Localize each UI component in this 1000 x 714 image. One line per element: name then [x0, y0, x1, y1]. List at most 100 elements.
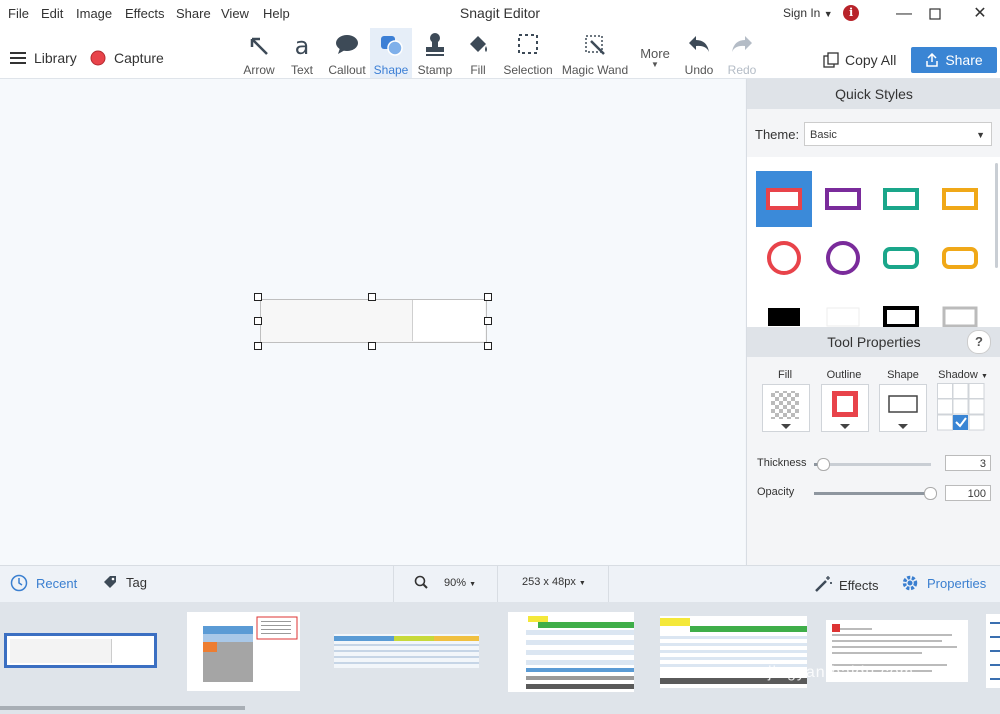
image-size-control[interactable]: 253 x 48px ▼: [522, 576, 586, 588]
arrow-icon: [250, 37, 268, 55]
opacity-input[interactable]: 100: [945, 485, 991, 501]
resize-handle[interactable]: [368, 293, 376, 301]
tool-label: Arrow: [243, 63, 275, 77]
chevron-down-icon: ▼: [651, 60, 659, 69]
tool-more[interactable]: More ▼: [636, 28, 674, 78]
quick-style-item[interactable]: [873, 230, 929, 286]
tool-arrow[interactable]: Arrow: [238, 28, 280, 78]
tray-thumbnail[interactable]: [187, 612, 300, 691]
close-button[interactable]: ✕: [965, 3, 995, 25]
recent-button[interactable]: Recent: [10, 574, 77, 592]
tool-callout[interactable]: Callout: [324, 28, 370, 78]
rectangle-icon: [888, 395, 918, 413]
divider: [393, 566, 394, 602]
quick-style-item[interactable]: [815, 289, 871, 327]
quick-style-item[interactable]: [873, 289, 929, 327]
copy-icon: [823, 52, 839, 68]
quick-style-item[interactable]: [756, 171, 812, 227]
tool-label: Shape: [373, 63, 409, 77]
shape-swatch[interactable]: [879, 384, 927, 432]
resize-handle[interactable]: [254, 342, 262, 350]
maximize-icon: [929, 8, 941, 20]
resize-handle[interactable]: [368, 342, 376, 350]
quick-style-item[interactable]: [756, 230, 812, 286]
thickness-slider[interactable]: [814, 458, 931, 471]
tool-fill[interactable]: Fill: [458, 28, 498, 78]
notification-icon[interactable]: [843, 5, 859, 21]
quick-style-item[interactable]: [932, 289, 988, 327]
zoom-control[interactable]: 90% ▼: [414, 575, 476, 589]
resize-handle[interactable]: [254, 317, 262, 325]
slider-knob[interactable]: [817, 458, 830, 471]
effects-button[interactable]: Effects: [813, 574, 879, 594]
text-icon: a: [294, 32, 310, 60]
tray-thumbnail[interactable]: [508, 612, 634, 692]
outline-label: Outline: [826, 369, 862, 381]
fill-swatch[interactable]: [762, 384, 810, 432]
outline-swatch[interactable]: [821, 384, 869, 432]
status-bar: Recent Tag 90% ▼ 253 x 48px ▼ Effects Pr…: [0, 565, 1000, 603]
resize-handle[interactable]: [254, 293, 262, 301]
thickness-input[interactable]: 3: [945, 455, 991, 471]
recent-captures-tray: jingyan.baidu.com: [0, 602, 1000, 714]
maximize-button[interactable]: [920, 3, 950, 25]
resize-handle[interactable]: [484, 342, 492, 350]
quick-style-item[interactable]: [873, 171, 929, 227]
tool-label: More: [640, 46, 670, 61]
quick-style-item[interactable]: [932, 171, 988, 227]
tool-redo[interactable]: Redo: [722, 28, 762, 78]
tray-thumbnail[interactable]: [986, 614, 1000, 688]
image-size-value: 253 x 48px: [522, 576, 576, 588]
sign-in-dropdown[interactable]: Sign In ▼: [783, 6, 833, 20]
library-button[interactable]: Library: [10, 50, 77, 66]
capture-button[interactable]: Capture: [90, 50, 164, 66]
quick-style-item[interactable]: [815, 230, 871, 286]
properties-label: Properties: [927, 576, 987, 591]
share-button[interactable]: Share: [911, 47, 997, 73]
tool-label: Stamp: [417, 63, 453, 77]
quick-style-item[interactable]: [932, 230, 988, 286]
tool-label: Fill: [470, 63, 486, 77]
properties-panel: Quick Styles Theme: Basic ▼ Tool Propert…: [746, 79, 1000, 565]
resize-handle[interactable]: [484, 293, 492, 301]
opacity-slider[interactable]: [814, 487, 937, 500]
chevron-down-icon: [840, 424, 850, 429]
tag-button[interactable]: Tag: [102, 574, 147, 590]
copy-all-label: Copy All: [845, 52, 897, 68]
quick-style-item[interactable]: [756, 289, 812, 327]
copy-all-button[interactable]: Copy All: [823, 52, 896, 68]
tag-label: Tag: [126, 575, 147, 590]
slider-knob[interactable]: [924, 487, 937, 500]
tool-selection[interactable]: Selection: [500, 28, 556, 78]
quick-styles-scrollbar[interactable]: [995, 163, 998, 268]
shape-icon: [381, 36, 403, 56]
help-button[interactable]: ?: [967, 330, 991, 354]
tool-magic-wand[interactable]: Magic Wand: [558, 28, 632, 78]
shadow-grid[interactable]: [937, 383, 985, 431]
toolbar: Library Capture Arrow a Text Callout Sha…: [0, 28, 1000, 79]
library-label: Library: [34, 50, 77, 66]
divider: [497, 566, 498, 602]
tool-properties-header: Tool Properties: [747, 327, 1000, 357]
sign-in-label: Sign In: [783, 6, 821, 20]
tool-shape[interactable]: Shape: [370, 28, 412, 78]
tool-text[interactable]: a Text: [282, 28, 322, 78]
minimize-button[interactable]: —: [889, 3, 919, 25]
tool-label: Text: [290, 63, 313, 77]
properties-button[interactable]: Properties: [901, 574, 986, 592]
chevron-down-icon: [781, 424, 791, 429]
quick-style-item[interactable]: [815, 171, 871, 227]
tray-thumbnail[interactable]: [334, 634, 479, 668]
resize-handle[interactable]: [484, 317, 492, 325]
tag-icon: [104, 576, 116, 588]
record-icon: [90, 50, 106, 66]
title-bar: File Edit Image Effects Share View Help …: [0, 0, 1000, 28]
tool-stamp[interactable]: Stamp: [414, 28, 456, 78]
tool-undo[interactable]: Undo: [678, 28, 720, 78]
transparent-pattern-icon: [771, 391, 799, 419]
tray-scrollbar[interactable]: [0, 706, 245, 710]
thickness-label: Thickness: [757, 457, 807, 469]
gear-icon: [902, 575, 918, 591]
theme-select[interactable]: Basic ▼: [804, 122, 992, 146]
tray-thumbnail-selected[interactable]: [4, 633, 157, 668]
